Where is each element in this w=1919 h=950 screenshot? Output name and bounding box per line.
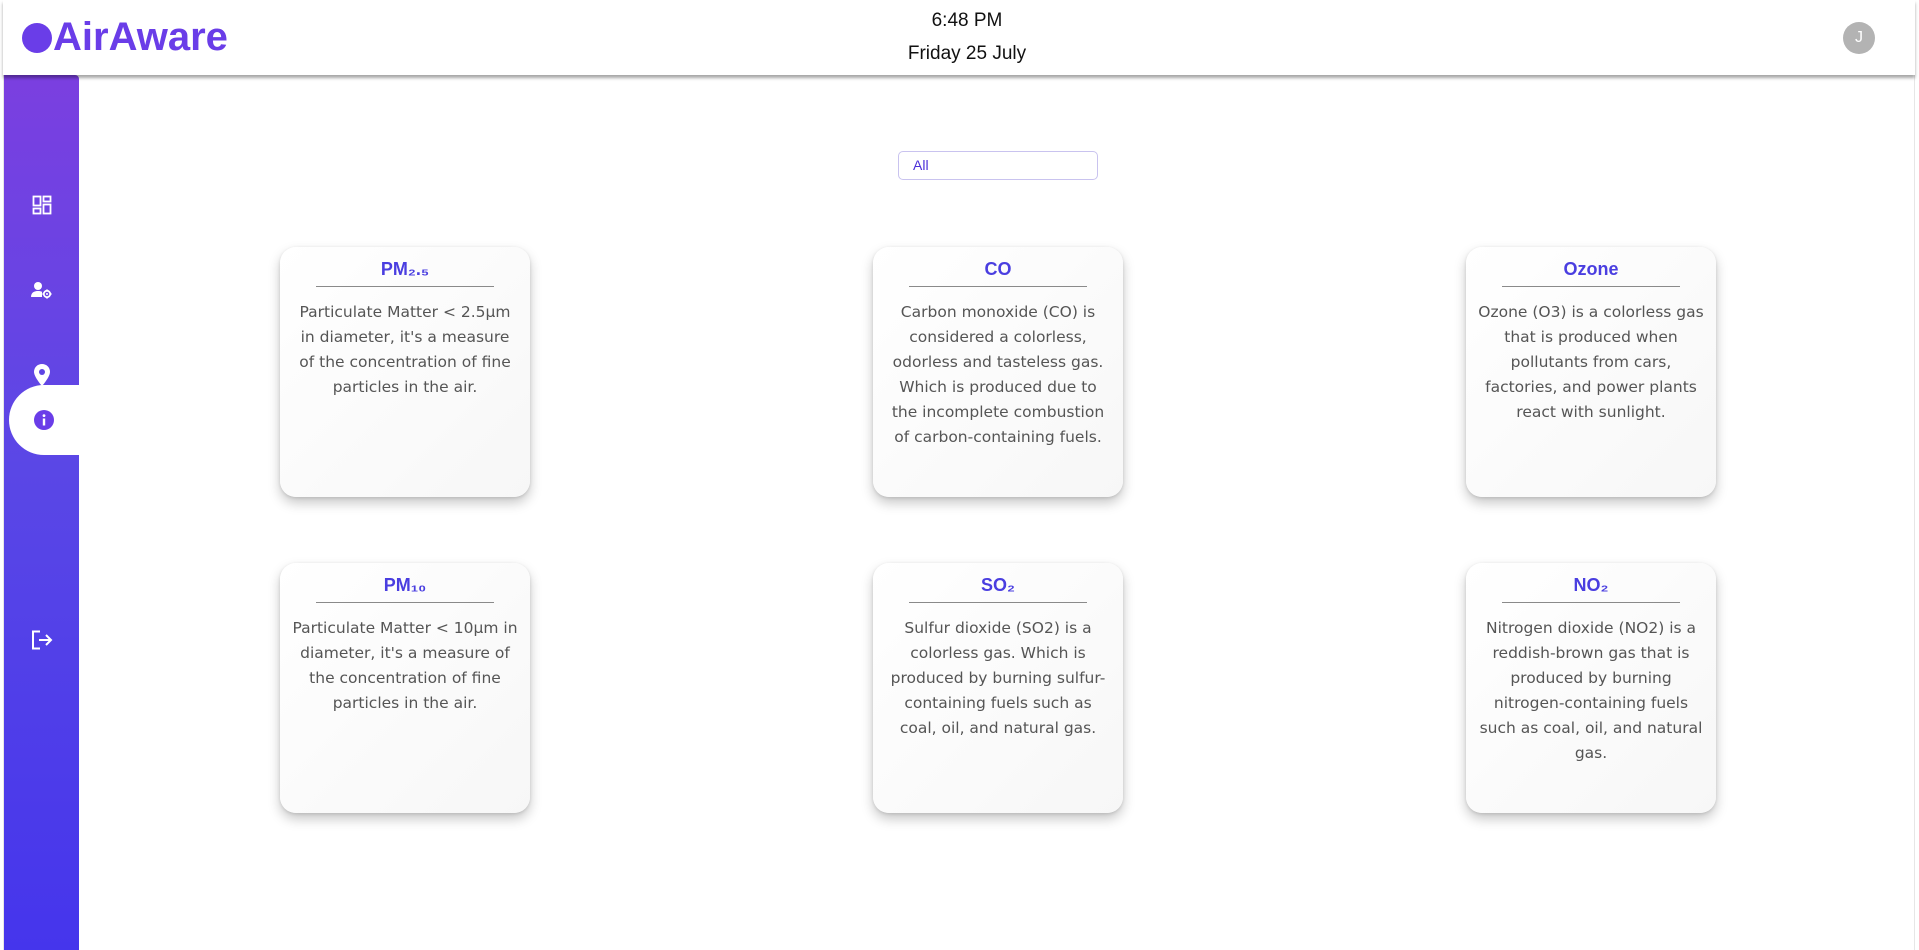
pollutant-card-pm10: PM₁₀ Particulate Matter < 10µm in diamet… xyxy=(280,563,530,813)
top-header: AirAware 6:48 PM Friday 25 July J xyxy=(3,0,1915,75)
pollutant-card-co: CO Carbon monoxide (CO) is considered a … xyxy=(873,247,1123,497)
card-title: CO xyxy=(909,258,1087,287)
info-icon xyxy=(34,410,54,430)
card-description: Particulate Matter < 2.5µm in diameter, … xyxy=(299,303,511,396)
dashboard-icon xyxy=(32,195,51,215)
user-settings-icon xyxy=(30,282,51,299)
card-description: Particulate Matter < 10µm in diameter, i… xyxy=(292,619,518,712)
sidebar-item-logout[interactable] xyxy=(4,605,79,675)
logout-icon xyxy=(31,630,52,650)
card-description: Sulfur dioxide (SO2) is a colorless gas.… xyxy=(890,619,1106,737)
location-pin-icon xyxy=(33,364,50,386)
sidebar-item-dashboard[interactable] xyxy=(4,170,79,240)
sidebar-item-user-settings[interactable] xyxy=(4,255,79,325)
pollutant-card-pm25: PM₂.₅ Particulate Matter < 2.5µm in diam… xyxy=(280,247,530,497)
clock: 6:48 PM Friday 25 July xyxy=(3,8,1915,66)
card-description: Nitrogen dioxide (NO2) is a reddish-brow… xyxy=(1479,619,1703,762)
card-title: PM₁₀ xyxy=(316,574,494,603)
card-title: SO₂ xyxy=(909,574,1087,603)
sidebar-item-info[interactable] xyxy=(9,385,83,455)
pollutant-filter-select[interactable]: All xyxy=(898,151,1098,180)
current-time: 6:48 PM xyxy=(931,10,1003,31)
card-description: Ozone (O3) is a colorless gas that is pr… xyxy=(1478,303,1704,421)
card-description: Carbon monoxide (CO) is considered a col… xyxy=(891,303,1105,446)
pollutant-card-so2: SO₂ Sulfur dioxide (SO2) is a colorless … xyxy=(873,563,1123,813)
user-avatar[interactable]: J xyxy=(1843,22,1875,54)
card-title: Ozone xyxy=(1502,258,1680,287)
card-title: PM₂.₅ xyxy=(316,258,494,287)
pollutant-card-ozone: Ozone Ozone (O3) is a colorless gas that… xyxy=(1466,247,1716,497)
pollutant-card-no2: NO₂ Nitrogen dioxide (NO2) is a reddish-… xyxy=(1466,563,1716,813)
sidebar xyxy=(4,75,83,950)
card-title: NO₂ xyxy=(1502,574,1680,603)
current-date: Friday 25 July xyxy=(907,43,1027,64)
